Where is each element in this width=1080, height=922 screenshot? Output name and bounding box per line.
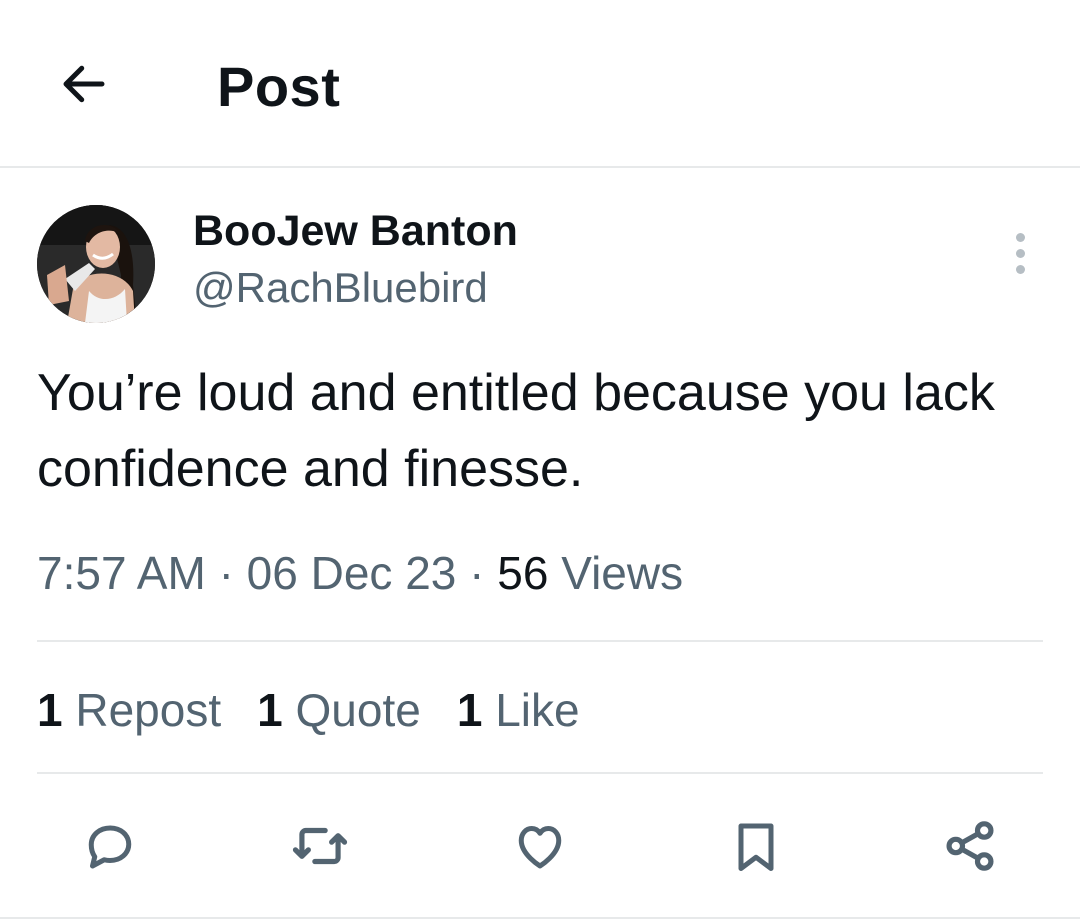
bookmark-icon [738,823,774,871]
repost-button[interactable] [280,806,360,886]
action-bar [0,806,1080,896]
bookmark-button[interactable] [716,806,796,886]
share-button[interactable] [930,806,1010,886]
author-display-name[interactable]: BooJew Banton [193,205,518,257]
avatar[interactable] [37,205,155,323]
post-time: 7:57 AM [37,547,206,599]
more-dot [1015,248,1025,258]
divider [37,772,1043,774]
back-button[interactable] [52,52,116,116]
bottom-divider [0,917,1080,919]
top-bar: Post [0,0,1080,168]
reposts-stat[interactable]: 1 Repost [37,682,221,738]
share-icon [946,821,994,871]
more-options-button[interactable] [998,228,1042,278]
reply-button[interactable] [70,806,150,886]
reposts-count: 1 [37,684,63,736]
meta-separator: · [469,547,485,599]
views-count: 56 [497,547,549,599]
post-text: You’re loud and entitled because you lac… [37,364,995,498]
engagement-stats: 1 Repost 1 Quote 1 Like [37,682,580,738]
meta-separator: · [218,547,234,599]
quotes-count: 1 [257,684,283,736]
post-date: 06 Dec 23 [246,547,457,599]
likes-stat[interactable]: 1 Like [457,682,580,738]
likes-count: 1 [456,684,483,736]
post-meta: 7:57 AM · 06 Dec 23 · 56 Views [37,545,683,601]
divider [37,640,1043,642]
reposts-label: Repost [75,684,222,736]
author-handle[interactable]: @RachBluebird [193,262,488,314]
page-title: Post [217,55,341,118]
arrow-left-icon [63,65,105,103]
more-dots-icon [1015,232,1025,242]
more-dot [1015,264,1025,274]
likes-label: Like [495,684,580,736]
reply-icon [88,825,132,869]
like-button[interactable] [500,806,580,886]
like-icon [518,826,562,869]
repost-icon [292,827,348,865]
quotes-stat[interactable]: 1 Quote [257,682,421,738]
profile-photo [37,205,155,323]
quotes-label: Quote [295,684,421,736]
views-label: Views [561,547,684,599]
